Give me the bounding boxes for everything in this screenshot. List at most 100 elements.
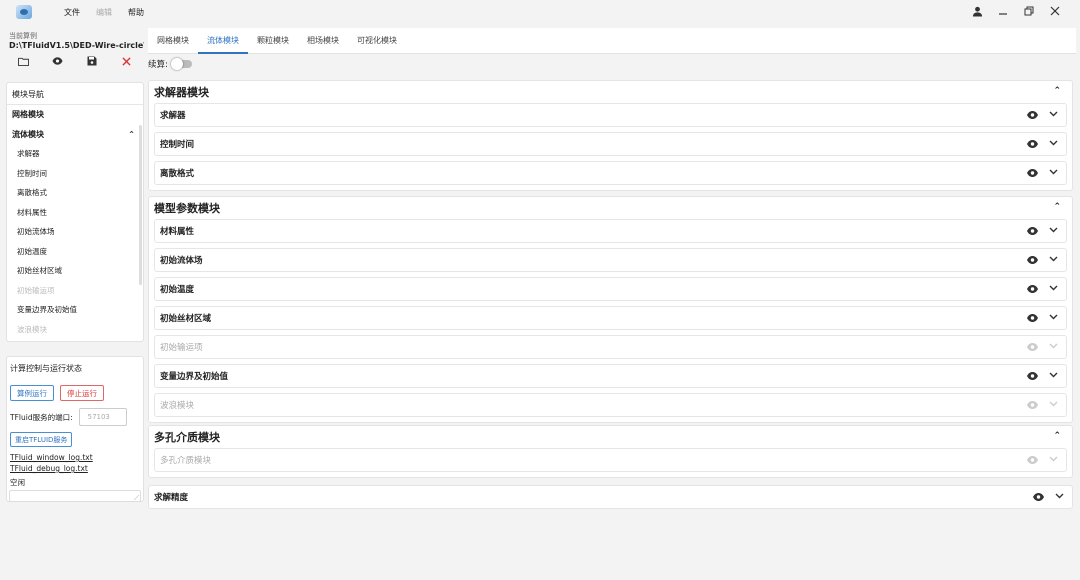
nav-item-label: 材料属性 [17, 207, 47, 217]
chevron-down-icon[interactable] [1049, 342, 1058, 351]
nav-item[interactable]: 初始丝材区域 [7, 261, 143, 281]
chevron-down-icon[interactable] [1049, 400, 1058, 409]
module-row[interactable]: 变量边界及初始值 [154, 364, 1067, 388]
section-title: 多孔介质模块 [154, 431, 220, 444]
eye-icon[interactable] [1026, 400, 1039, 409]
port-label: TFluid服务的端口: [10, 412, 73, 422]
chevron-down-icon[interactable] [1049, 455, 1058, 464]
window-controls [970, 4, 1062, 18]
case-path: D:\TFluidV1.5\DED-Wire-circle\D... [9, 41, 144, 50]
nav-item-label: 离散格式 [17, 188, 47, 197]
nav-item[interactable]: 材料属性 [7, 203, 143, 223]
section-header[interactable]: 模型参数模块 ⌃ [149, 197, 1072, 219]
menu-bar: 文件 编辑 帮助 [48, 7, 144, 18]
eye-icon[interactable] [1026, 455, 1039, 464]
module-row[interactable]: 波浪模块 [154, 393, 1067, 417]
run-case-button[interactable]: 算例运行 [10, 385, 54, 401]
eye-icon[interactable] [1026, 284, 1039, 293]
stop-run-button[interactable]: 停止运行 [60, 385, 104, 401]
run-control-panel: 计算控制与运行状态 算例运行 停止运行 TFluid服务的端口: 57103 重… [6, 356, 144, 503]
module-row[interactable]: 材料属性 [154, 219, 1067, 243]
nav-item-label: 波浪模块 [17, 324, 47, 334]
eye-icon[interactable] [50, 55, 66, 67]
window-log-link[interactable]: TFluid_window_log.txt [10, 452, 143, 463]
section-header[interactable]: 求解精度 [149, 486, 1072, 508]
tab-particle[interactable]: 颗粒模块 [248, 28, 298, 53]
module-row[interactable]: 初始输运项 [154, 335, 1067, 359]
close-case-icon[interactable] [119, 55, 135, 67]
tab-mesh[interactable]: 网格模块 [148, 28, 198, 53]
eye-icon[interactable] [1026, 110, 1039, 119]
chevron-down-icon[interactable] [1049, 313, 1058, 322]
module-tabs: 网格模块 流体模块 颗粒模块 相场模块 可视化模块 [148, 28, 1076, 54]
chevron-up-icon[interactable]: ⌃ [1053, 431, 1061, 441]
tab-fluid[interactable]: 流体模块 [198, 28, 248, 54]
chevron-up-icon[interactable]: ⌃ [1053, 86, 1061, 96]
solver-section: 求解器模块 ⌃ 求解器控制时间离散格式 [148, 80, 1073, 191]
nav-item[interactable]: 控制时间 [7, 164, 143, 184]
tab-visualization[interactable]: 可视化模块 [348, 28, 406, 53]
debug-log-link[interactable]: TFluid_debug_log.txt [10, 463, 143, 474]
title-bar: 文件 编辑 帮助 [0, 0, 1080, 24]
nav-item[interactable]: 波浪模块 [7, 320, 143, 340]
chevron-down-icon[interactable] [1049, 139, 1058, 148]
minimize-icon[interactable] [996, 4, 1010, 18]
module-row[interactable]: 求解器 [154, 103, 1067, 127]
nav-item[interactable]: 离散格式 [7, 183, 143, 203]
chevron-down-icon[interactable] [1049, 226, 1058, 235]
case-toolbar [6, 55, 144, 67]
nav-scrollbar[interactable] [139, 125, 142, 285]
restore-icon[interactable] [1022, 4, 1036, 18]
nav-item[interactable]: 初始温度 [7, 242, 143, 262]
nav-item[interactable]: 变量边界及初始值 [7, 300, 143, 320]
module-row[interactable]: 初始丝材区域 [154, 306, 1067, 330]
chevron-down-icon[interactable] [1049, 168, 1058, 177]
module-row-label: 控制时间 [160, 140, 195, 150]
nav-item[interactable]: 网格模块 [7, 105, 143, 125]
eye-icon[interactable] [1026, 168, 1039, 177]
nav-item-label: 控制时间 [17, 168, 47, 178]
module-row-label: 波浪模块 [160, 401, 195, 411]
chevron-up-icon[interactable]: ⌃ [128, 125, 135, 145]
eye-icon[interactable] [1026, 226, 1039, 235]
eye-icon[interactable] [1026, 255, 1039, 264]
chevron-down-icon[interactable] [1049, 284, 1058, 293]
restart-service-button[interactable]: 重启TFLUID服务 [10, 432, 73, 447]
chevron-down-icon[interactable] [1049, 110, 1058, 119]
module-row[interactable]: 初始温度 [154, 277, 1067, 301]
nav-item[interactable]: 初始输运项 [7, 281, 143, 301]
module-row[interactable]: 多孔介质模块 [154, 448, 1067, 472]
chevron-down-icon[interactable] [1049, 255, 1058, 264]
nav-item-label: 初始输运项 [17, 285, 55, 295]
restart-calc-toggle[interactable] [170, 58, 192, 70]
nav-item-label: 求解器 [17, 149, 40, 158]
chevron-down-icon[interactable] [1049, 371, 1058, 380]
port-input[interactable]: 57103 [78, 408, 127, 426]
save-icon[interactable] [84, 55, 100, 67]
eye-icon[interactable] [1026, 139, 1039, 148]
section-header[interactable]: 求解器模块 ⌃ [149, 81, 1072, 103]
status-output-box[interactable] [9, 490, 141, 503]
close-window-icon[interactable] [1048, 4, 1062, 18]
nav-item[interactable]: 初始流体场 [7, 222, 143, 242]
eye-icon[interactable] [1026, 371, 1039, 380]
eye-icon[interactable] [1032, 492, 1045, 501]
chevron-down-icon[interactable] [1055, 492, 1064, 501]
menu-edit[interactable]: 编辑 [96, 7, 112, 18]
nav-item[interactable]: 求解器 [7, 144, 143, 164]
eye-icon[interactable] [1026, 313, 1039, 322]
user-icon[interactable] [970, 4, 984, 18]
menu-file[interactable]: 文件 [64, 7, 80, 18]
module-row[interactable]: 离散格式 [154, 161, 1067, 185]
nav-item[interactable]: 流体模块 ⌃ [7, 125, 143, 145]
section-header[interactable]: 多孔介质模块 ⌃ [149, 426, 1072, 448]
porous-media-section: 多孔介质模块 ⌃ 多孔介质模块 [148, 425, 1073, 478]
menu-help[interactable]: 帮助 [128, 7, 144, 18]
chevron-up-icon[interactable]: ⌃ [1053, 202, 1061, 212]
nav-list: 网格模块 流体模块 ⌃ 求解器控制时间离散格式材料属性初始流体场 初始温度 初始丝材区域初… [7, 105, 143, 339]
eye-icon[interactable] [1026, 342, 1039, 351]
folder-icon[interactable] [15, 55, 31, 67]
module-row[interactable]: 控制时间 [154, 132, 1067, 156]
module-row[interactable]: 初始流体场 [154, 248, 1067, 272]
tab-phase-field[interactable]: 相场模块 [298, 28, 348, 53]
